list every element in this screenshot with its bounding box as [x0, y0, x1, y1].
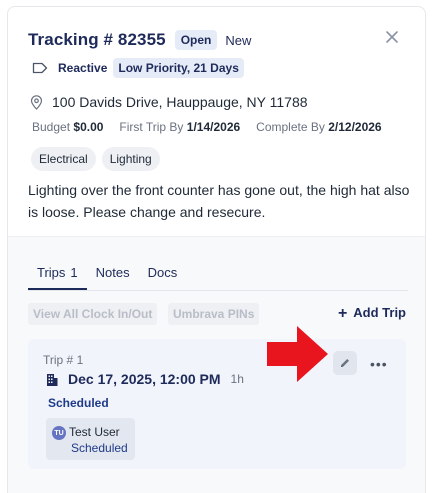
close-icon — [386, 31, 398, 43]
budget-value: $0.00 — [73, 120, 104, 134]
status-badge: Open — [174, 30, 218, 50]
trip-number: Trip # 1 — [43, 353, 84, 367]
trip-status: Scheduled — [48, 396, 109, 410]
trip-duration: 1h — [230, 372, 244, 386]
assignee-status: Scheduled — [71, 441, 128, 455]
more-options-button[interactable]: ••• — [370, 356, 388, 372]
trade-chips: Electrical Lighting — [31, 147, 166, 171]
priority-badge: Low Priority, 21 Days — [113, 58, 244, 78]
tag-row: Reactive Low Priority, 21 Days — [32, 58, 244, 78]
trip-card[interactable]: Trip # 1 Dec 17, 2025, 12:00 PM 1h Sched… — [28, 339, 406, 469]
close-button[interactable] — [384, 29, 400, 45]
trips-section: Trips 1 Notes Docs View All Clock In/Out … — [8, 236, 425, 493]
add-trip-label: Add Trip — [353, 305, 406, 320]
work-type: Reactive — [58, 61, 108, 75]
tab-count: 1 — [70, 265, 78, 280]
page-title: Tracking # 82355 — [28, 30, 166, 49]
pencil-icon — [341, 359, 349, 367]
building-icon — [47, 373, 58, 386]
tag-icon — [32, 62, 48, 74]
work-order-panel: Tracking # 82355 Open New Reactive Low P… — [7, 6, 426, 493]
tab-bar: Trips 1 Notes Docs — [28, 258, 186, 290]
tab-label: Docs — [147, 265, 178, 280]
umbrava-pins-button[interactable]: Umbrava PINs — [168, 303, 260, 325]
tabs-divider — [28, 290, 408, 291]
trip-datetime: Dec 17, 2025, 12:00 PM — [68, 371, 221, 387]
budget-label: Budget — [32, 120, 71, 134]
first-trip-value: 1/14/2026 — [186, 120, 241, 134]
status-sub: New — [225, 32, 252, 48]
view-clock-button[interactable]: View All Clock In/Out — [28, 303, 158, 325]
complete-by: Complete By 2/12/2026 — [256, 120, 381, 134]
tab-label: Notes — [95, 265, 130, 280]
assignee-card[interactable]: TU Test User Scheduled — [46, 418, 135, 460]
tab-notes[interactable]: Notes — [87, 258, 139, 290]
description: Lighting over the front counter has gone… — [28, 182, 410, 220]
tab-label: Trips — [37, 265, 66, 280]
header: Tracking # 82355 Open New — [28, 29, 251, 51]
trade-chip: Lighting — [101, 147, 160, 171]
trip-actions: View All Clock In/Out Umbrava PINs + Add … — [28, 303, 406, 325]
plus-icon: + — [337, 305, 348, 322]
budget: Budget $0.00 — [32, 120, 103, 134]
complete-label: Complete By — [256, 120, 325, 134]
complete-value: 2/12/2026 — [328, 120, 382, 134]
annotation-arrow-icon — [267, 326, 328, 382]
trade-chip: Electrical — [31, 147, 96, 171]
first-trip-by: First Trip By 1/14/2026 — [119, 120, 240, 134]
location-pin-icon — [30, 94, 43, 110]
address: 100 Davids Drive, Hauppauge, NY 11788 — [52, 94, 308, 110]
avatar: TU — [52, 426, 66, 440]
add-trip-button[interactable]: + Add Trip — [338, 304, 406, 322]
address-row: 100 Davids Drive, Hauppauge, NY 11788 — [30, 94, 308, 110]
meta-row: Budget $0.00 First Trip By 1/14/2026 Com… — [32, 120, 398, 134]
tab-docs[interactable]: Docs — [139, 258, 187, 290]
edit-trip-button[interactable] — [333, 351, 357, 375]
first-trip-label: First Trip By — [119, 120, 184, 134]
tab-trips[interactable]: Trips 1 — [28, 258, 87, 290]
trip-date-row: Dec 17, 2025, 12:00 PM 1h — [46, 371, 244, 387]
assignee-name: Test User — [69, 425, 120, 439]
